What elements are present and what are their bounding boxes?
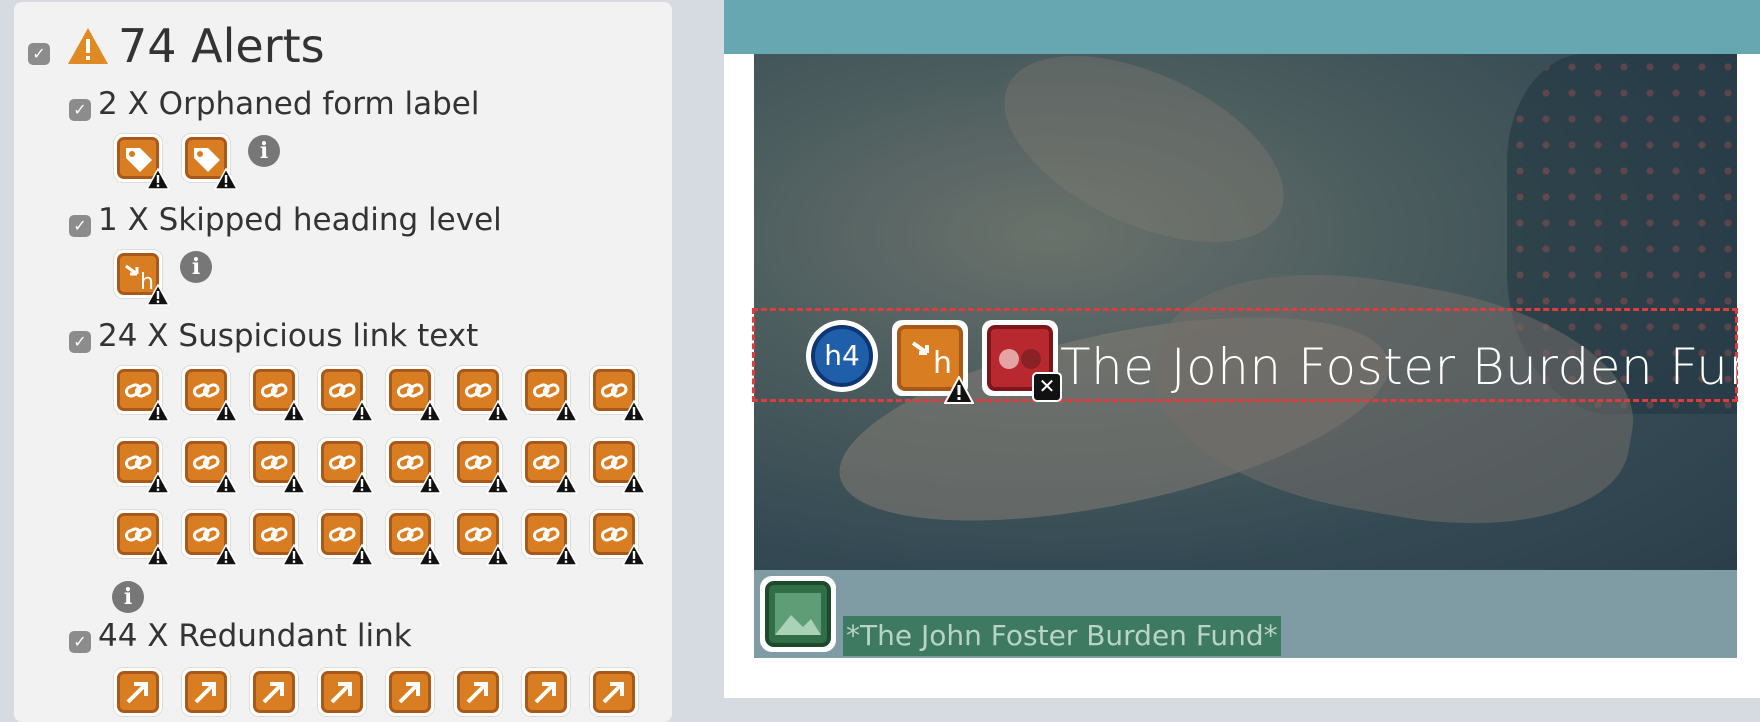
info-icon[interactable]: i [180, 251, 212, 283]
tag-warning-icon[interactable] [114, 134, 170, 190]
panel-divider [695, 0, 724, 698]
site-top-bar [724, 0, 1760, 54]
link-warning-icon[interactable] [454, 366, 510, 422]
image-alt-text: *The John Foster Burden Fund* [843, 616, 1281, 656]
link-warning-icon[interactable] [522, 510, 578, 566]
link-warning-icon[interactable] [114, 438, 170, 494]
redundant-link-icon[interactable] [250, 668, 298, 716]
link-warning-icon[interactable] [454, 438, 510, 494]
image-alt-icon[interactable] [760, 576, 836, 652]
info-icon[interactable]: i [112, 581, 144, 613]
link-warning-icon[interactable] [250, 366, 306, 422]
link-warning-icon[interactable] [590, 510, 646, 566]
link-warning-icon[interactable] [522, 366, 578, 422]
hero-heading: The John Foster Burden Fund [1060, 338, 1760, 396]
group-checkbox-suspicious-link[interactable]: ✓ [69, 331, 91, 353]
group-checkbox-redundant-link[interactable]: ✓ [69, 631, 91, 653]
link-warning-icon[interactable] [386, 510, 442, 566]
link-warning-icon[interactable] [114, 510, 170, 566]
redundant-link-icon[interactable] [114, 668, 162, 716]
h4-heading-badge-icon[interactable]: h4 [806, 320, 878, 392]
redundant-link-icon[interactable] [522, 668, 570, 716]
redundant-link-icon[interactable] [386, 668, 434, 716]
image-error-icon[interactable]: ✕ [982, 320, 1062, 402]
link-warning-icon[interactable] [182, 366, 238, 422]
link-warning-icon[interactable] [318, 366, 374, 422]
group-checkbox-orphaned-label[interactable]: ✓ [69, 99, 91, 121]
link-warning-icon[interactable] [250, 438, 306, 494]
link-warning-icon[interactable] [318, 510, 374, 566]
skipped-heading-warning-icon[interactable]: h [892, 320, 974, 404]
group-label-suspicious-link-text: 24 X Suspicious link text [98, 318, 479, 354]
link-warning-icon[interactable] [454, 510, 510, 566]
redundant-link-icon[interactable] [318, 668, 366, 716]
redundant-link-icon[interactable] [182, 668, 230, 716]
link-warning-icon[interactable] [386, 438, 442, 494]
alerts-checkbox[interactable]: ✓ [28, 43, 50, 65]
tag-warning-icon[interactable] [182, 134, 238, 190]
redundant-link-icon[interactable] [454, 668, 502, 716]
group-checkbox-skipped-heading[interactable]: ✓ [69, 215, 91, 237]
skipped-heading-warning-icon[interactable]: h [114, 250, 170, 306]
link-warning-icon[interactable] [114, 366, 170, 422]
warning-icon [68, 28, 108, 64]
group-label-orphaned-form-label: 2 X Orphaned form label [98, 86, 480, 122]
info-icon[interactable]: i [248, 135, 280, 167]
alerts-title: 74 Alerts [118, 19, 325, 73]
link-warning-icon[interactable] [182, 510, 238, 566]
link-warning-icon[interactable] [590, 366, 646, 422]
group-label-redundant-link: 44 X Redundant link [98, 618, 412, 654]
link-warning-icon[interactable] [250, 510, 306, 566]
redundant-link-icon[interactable] [590, 668, 638, 716]
link-warning-icon[interactable] [182, 438, 238, 494]
link-warning-icon[interactable] [522, 438, 578, 494]
close-icon: ✕ [1032, 372, 1062, 402]
group-label-skipped-heading-level: 1 X Skipped heading level [98, 202, 502, 238]
h4-badge-label: h4 [811, 325, 873, 387]
link-warning-icon[interactable] [386, 366, 442, 422]
link-warning-icon[interactable] [318, 438, 374, 494]
link-warning-icon[interactable] [590, 438, 646, 494]
